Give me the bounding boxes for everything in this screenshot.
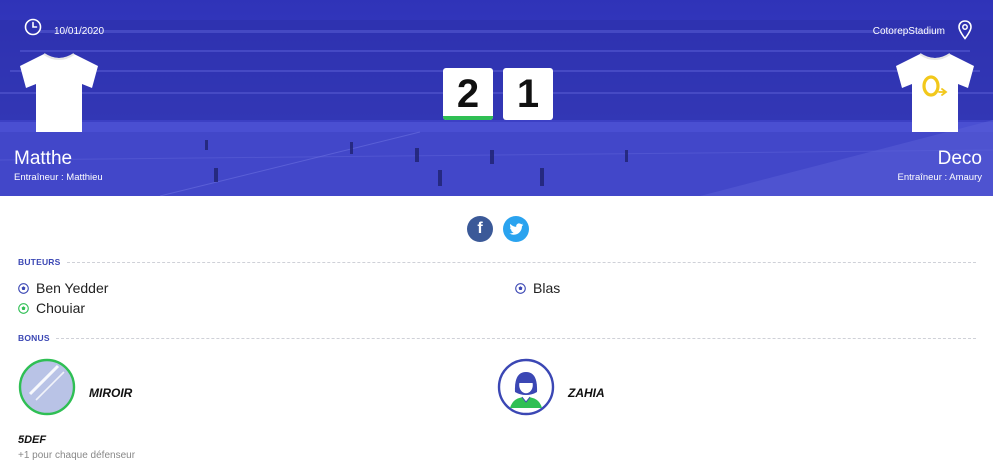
section-divider — [55, 337, 976, 339]
match-date: 10/01/2020 — [54, 26, 105, 37]
bonus-away-name: ZAHIA — [568, 386, 605, 400]
home-jersey-icon — [20, 53, 98, 132]
woman-avatar-icon — [497, 358, 555, 416]
scorer-name: Chouiar — [36, 300, 86, 316]
scorers-header: BUTEURS — [18, 256, 976, 268]
winner-indicator — [443, 116, 493, 120]
mirror-icon — [18, 358, 76, 416]
away-team-name: Deco — [937, 148, 982, 169]
scorer-item: Ben Yedder — [18, 280, 108, 296]
facebook-icon: f — [477, 220, 483, 237]
date-block: 10/01/2020 — [24, 18, 104, 37]
clock-icon — [24, 18, 42, 36]
scorer-item: Blas — [515, 280, 560, 296]
location-pin-icon — [958, 20, 972, 40]
bonus-away-badge[interactable] — [497, 358, 555, 416]
facebook-share-button[interactable]: f — [467, 216, 493, 242]
scorers-title: BUTEURS — [18, 257, 61, 267]
twitter-share-button[interactable] — [503, 216, 529, 242]
scorer-item: Chouiar — [18, 300, 85, 316]
home-team-name: Matthe — [14, 148, 73, 169]
away-jersey-icon — [896, 53, 974, 132]
stadium-background — [0, 0, 993, 196]
scorer-name: Blas — [533, 280, 561, 296]
scorer-name: Ben Yedder — [36, 280, 109, 296]
match-hero: 10/01/2020 CotorepStadium Matthe Entraîn… — [0, 0, 993, 196]
section-divider — [66, 261, 976, 263]
away-coach: Entraîneur : Amaury — [897, 172, 982, 183]
bonus-home-badge[interactable] — [18, 358, 76, 416]
twitter-icon — [508, 222, 523, 235]
home-coach: Entraîneur : Matthieu — [14, 172, 103, 183]
soccer-ball-icon — [18, 282, 29, 294]
home-score: 2 — [443, 68, 493, 120]
bonus-header: BONUS — [18, 332, 976, 344]
bonus-title: BONUS — [18, 333, 50, 343]
extra-bonus-description: +1 pour chaque défenseur — [18, 450, 136, 461]
bonus-home-name: MIROIR — [89, 386, 133, 400]
soccer-ball-icon — [18, 302, 29, 314]
extra-bonus-title: 5DEF — [18, 434, 47, 446]
stadium-name: CotorepStadium — [872, 26, 945, 37]
soccer-ball-icon — [515, 282, 526, 294]
away-score: 1 — [503, 68, 553, 120]
